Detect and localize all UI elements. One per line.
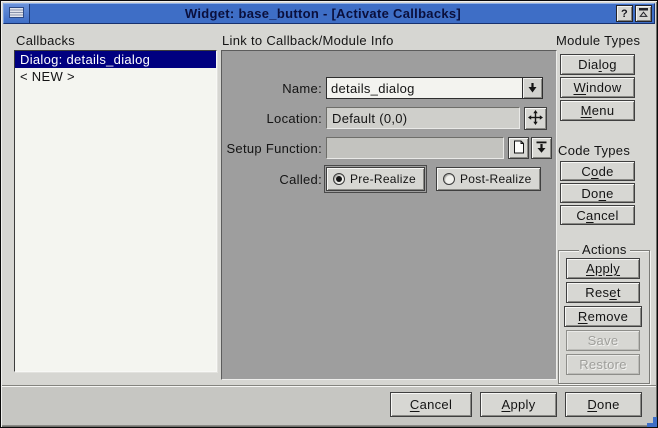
radio-unchecked-icon bbox=[443, 173, 455, 185]
radio-checked-icon bbox=[333, 173, 345, 185]
name-dropdown-button[interactable] bbox=[522, 78, 542, 98]
window-title: Widget: base_button - [Activate Callback… bbox=[30, 6, 616, 21]
code-types-label: Code Types bbox=[558, 143, 630, 158]
pre-realize-radio[interactable]: Pre-Realize bbox=[326, 167, 425, 191]
info-section-label: Link to Callback/Module Info bbox=[222, 33, 394, 48]
footer-cancel-button[interactable]: Cancel bbox=[390, 392, 472, 417]
location-field[interactable]: Default (0,0) bbox=[326, 107, 520, 129]
chevron-down-icon bbox=[528, 81, 537, 96]
module-type-window-button[interactable]: Window bbox=[560, 77, 635, 98]
module-type-menu-button[interactable]: Menu bbox=[560, 100, 635, 121]
module-type-dialog-button[interactable]: Dialog bbox=[560, 54, 635, 75]
footer-done-button[interactable]: Done bbox=[565, 392, 642, 417]
location-label: Location: bbox=[267, 111, 322, 126]
move-icon bbox=[528, 110, 543, 128]
move-location-button[interactable] bbox=[524, 107, 547, 130]
dialog-window: Widget: base_button - [Activate Callback… bbox=[0, 0, 658, 428]
pre-realize-label: Pre-Realize bbox=[350, 172, 416, 186]
action-restore-button: Restore bbox=[566, 354, 640, 375]
list-item[interactable]: < NEW > bbox=[15, 68, 216, 85]
post-realize-radio[interactable]: Post-Realize bbox=[436, 167, 541, 191]
action-apply-button[interactable]: Apply bbox=[566, 258, 640, 279]
setup-function-field[interactable] bbox=[326, 137, 504, 159]
help-button[interactable]: ? bbox=[616, 5, 633, 22]
action-reset-button[interactable]: Reset bbox=[566, 282, 640, 303]
shade-button[interactable] bbox=[635, 5, 652, 22]
module-types-label: Module Types bbox=[556, 33, 640, 48]
footer-bar: Cancel Apply Done bbox=[2, 387, 656, 426]
window-menu-icon bbox=[9, 6, 24, 21]
resize-handle[interactable] bbox=[647, 417, 657, 427]
new-function-button[interactable] bbox=[508, 137, 529, 159]
setup-function-label: Setup Function: bbox=[226, 141, 322, 156]
code-type-done-button[interactable]: Done bbox=[560, 183, 635, 203]
info-panel: Name: details_dialog Location: Default (… bbox=[221, 50, 557, 380]
code-type-code-button[interactable]: Code bbox=[560, 161, 635, 181]
post-realize-label: Post-Realize bbox=[460, 172, 532, 186]
footer-apply-button[interactable]: Apply bbox=[480, 392, 557, 417]
name-combo: details_dialog bbox=[326, 77, 543, 99]
callbacks-listbox[interactable]: Dialog: details_dialog < NEW > bbox=[14, 50, 217, 372]
actions-group-label: Actions bbox=[579, 242, 630, 257]
down-arrow-to-bar-icon bbox=[536, 141, 547, 156]
shade-icon bbox=[639, 8, 648, 20]
name-label: Name: bbox=[282, 81, 322, 96]
action-save-button: Save bbox=[566, 330, 640, 351]
new-document-icon bbox=[513, 140, 525, 157]
window-menu-button[interactable] bbox=[4, 4, 30, 23]
callbacks-label: Callbacks bbox=[16, 33, 75, 48]
titlebar[interactable]: Widget: base_button - [Activate Callback… bbox=[3, 3, 655, 24]
name-input[interactable]: details_dialog bbox=[327, 78, 522, 98]
called-label: Called: bbox=[279, 172, 322, 187]
list-item[interactable]: Dialog: details_dialog bbox=[15, 51, 216, 68]
action-remove-button[interactable]: Remove bbox=[564, 306, 642, 327]
insert-function-button[interactable] bbox=[531, 137, 552, 159]
code-type-cancel-button[interactable]: Cancel bbox=[560, 205, 635, 225]
